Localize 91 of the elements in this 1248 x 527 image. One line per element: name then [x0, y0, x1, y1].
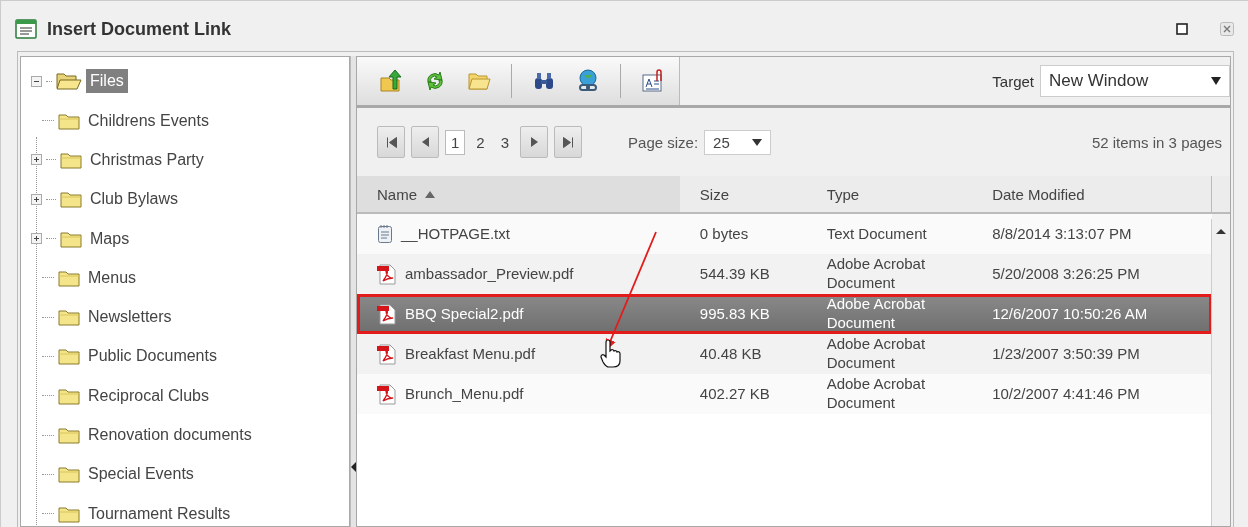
collapse-arrow-icon[interactable]	[351, 462, 356, 472]
file-row[interactable]: ambassador_Preview.pdf 544.39 KB Adobe Acrobat Document 5/20/2008 3:26:25 PM	[357, 254, 1230, 294]
folder-icon	[58, 268, 80, 287]
folder-icon	[58, 426, 80, 444]
dropdown-arrow-icon	[751, 138, 762, 146]
sort-ascending-icon	[425, 190, 435, 198]
tree-item[interactable]: Newsletters	[84, 305, 176, 330]
page-link[interactable]: 2	[471, 130, 490, 154]
scrollbar[interactable]	[1211, 219, 1230, 526]
last-page-button[interactable]	[554, 126, 583, 158]
folder-up-arrow-icon[interactable]	[379, 69, 403, 93]
collapse-icon[interactable]	[31, 75, 42, 87]
file-row[interactable]: Breakfast Menu.pdf 40.48 KB Adobe Acrobat Document 1/23/2007 3:50:39 PM	[357, 334, 1230, 374]
file-size: 40.48 KB	[699, 345, 762, 362]
folder-icon	[58, 504, 80, 523]
folder-icon	[60, 150, 82, 169]
pdf-file-icon	[377, 303, 397, 325]
tree-item[interactable]: Christmas Party	[86, 147, 208, 172]
tree-item[interactable]: Club Bylaws	[86, 187, 183, 212]
file-size: 544.39 KB	[699, 265, 770, 282]
maximize-icon[interactable]	[1176, 23, 1188, 35]
target-label: Target	[992, 72, 1034, 90]
page-link[interactable]: 3	[495, 130, 515, 154]
globe-link-icon[interactable]	[576, 69, 600, 93]
window-icon	[15, 19, 37, 39]
dropdown-arrow-icon	[1211, 77, 1221, 85]
file-row[interactable]: Brunch_Menu.pdf 402.27 KB Adobe Acrobat Document 10/2/2007 4:41:46 PM	[357, 374, 1230, 414]
text-file-icon	[377, 224, 393, 244]
tree-item[interactable]: Files	[86, 69, 128, 93]
file-row[interactable]: BBQ Special2.pdf 995.83 KB Adobe Acrobat Document 12/6/2007 10:50:26 AM	[357, 294, 1230, 334]
folder-icon	[60, 190, 82, 209]
pdf-file-icon	[377, 343, 397, 365]
date-modified: 8/8/2014 3:13:07 PM	[992, 225, 1132, 242]
tree-item[interactable]: Renovation documents	[84, 423, 256, 447]
file-type: Adobe Acrobat Document	[826, 335, 926, 371]
folder-icon	[58, 386, 80, 405]
folder-icon	[56, 72, 82, 90]
tree-item[interactable]: Tournament Results	[84, 501, 235, 526]
file-name: __HOTPAGE.txt	[401, 225, 510, 243]
pdf-file-icon	[377, 263, 397, 285]
window-title: Insert Document Link	[47, 18, 232, 40]
hand-cursor-icon	[600, 340, 622, 368]
next-arrow-icon	[530, 137, 538, 147]
page-size-dropdown[interactable]: 25	[704, 129, 771, 155]
expand-icon[interactable]	[31, 233, 42, 245]
close-icon[interactable]	[1220, 22, 1234, 36]
file-type: Text Document	[826, 224, 927, 242]
file-name: Breakfast Menu.pdf	[405, 345, 536, 363]
first-arrow-icon	[385, 136, 397, 148]
folder-icon	[58, 347, 80, 366]
page-size-label: Page size:	[628, 133, 699, 151]
tree-item[interactable]: Special Events	[84, 462, 198, 487]
previous-page-button[interactable]	[411, 126, 439, 158]
file-size: 995.83 KB	[699, 305, 770, 322]
file-name: BBQ Special2.pdf	[405, 305, 524, 323]
expand-icon[interactable]	[31, 193, 42, 205]
next-page-button[interactable]	[520, 126, 549, 158]
column-header[interactable]: Type	[806, 176, 973, 213]
file-name: Brunch_Menu.pdf	[405, 385, 524, 403]
expand-icon[interactable]	[31, 154, 42, 166]
tree-item[interactable]: Public Documents	[84, 344, 221, 369]
tree-item[interactable]: Maps	[86, 226, 134, 251]
target-dropdown[interactable]: New Window	[1040, 65, 1230, 97]
file-type: Adobe Acrobat Document	[826, 375, 926, 411]
folder-icon	[58, 111, 80, 130]
file-row[interactable]: __HOTPAGE.txt 0 bytes Text Document 8/8/2014 3:13:07 PM	[357, 213, 1230, 254]
file-name: ambassador_Preview.pdf	[405, 265, 574, 283]
file-size: 402.27 KB	[699, 385, 770, 402]
tree-item[interactable]: Menus	[84, 265, 141, 290]
folder-icon	[60, 229, 82, 248]
date-modified: 12/6/2007 10:50:26 AM	[992, 305, 1148, 322]
file-size: 0 bytes	[699, 225, 749, 242]
tree-item[interactable]: Childrens Events	[84, 108, 213, 133]
column-header[interactable]: Size	[679, 176, 807, 213]
last-arrow-icon	[562, 136, 574, 148]
file-type: Adobe Acrobat Document	[826, 295, 926, 331]
file-type: Adobe Acrobat Document	[826, 255, 926, 291]
folder-icon	[58, 465, 80, 484]
date-modified: 5/20/2008 3:26:25 PM	[992, 265, 1140, 282]
date-modified: 10/2/2007 4:41:46 PM	[992, 385, 1140, 402]
folder-icon	[58, 308, 80, 327]
prev-arrow-icon	[421, 137, 429, 147]
date-modified: 1/23/2007 3:50:39 PM	[992, 345, 1140, 362]
tree-item[interactable]: Reciprocal Clubs	[84, 383, 213, 408]
pdf-file-icon	[377, 383, 397, 405]
column-header[interactable]: Name	[357, 176, 680, 213]
page-link[interactable]: 1	[445, 129, 466, 155]
item-count: 52 items in 3 pages	[1091, 133, 1222, 151]
document-attachment-icon[interactable]	[641, 69, 665, 93]
first-page-button[interactable]	[377, 126, 405, 158]
column-header[interactable]: Date Modified	[972, 176, 1212, 213]
